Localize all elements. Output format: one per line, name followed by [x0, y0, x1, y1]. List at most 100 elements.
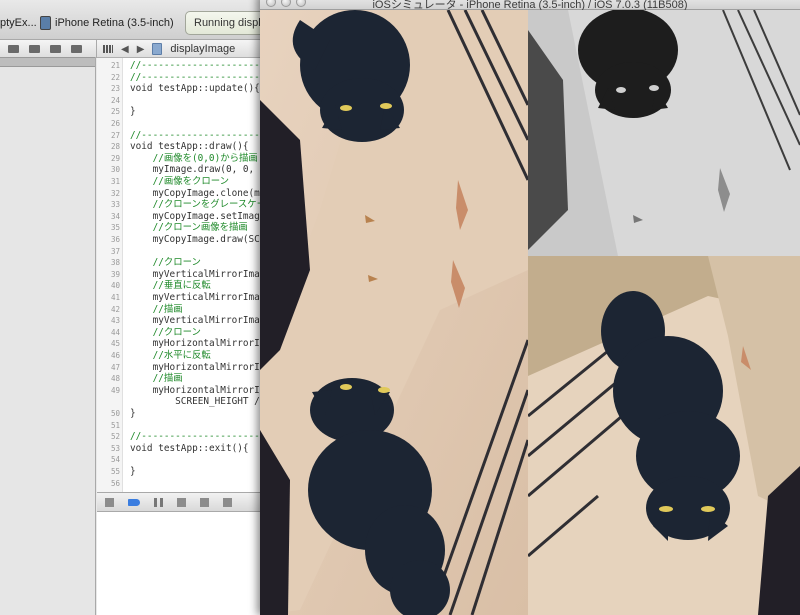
code-line[interactable]: 53 void testApp::exit(){ [97, 443, 267, 455]
code-line[interactable]: 31 //画像をクローン [97, 176, 267, 188]
code-line[interactable]: 30 myImage.draw(0, 0, S [97, 164, 267, 176]
line-number: 55 [110, 467, 120, 476]
project-navigator [0, 58, 96, 615]
code-text: void testApp::exit(){ [130, 442, 249, 454]
line-number: 43 [110, 316, 120, 326]
iphone-icon [40, 16, 51, 30]
navigator-divider[interactable] [0, 57, 95, 67]
code-text: myCopyImage.draw(SCR [130, 234, 266, 245]
code-line[interactable]: 52 //------------------------------------ [97, 431, 267, 443]
pause-icon[interactable] [154, 497, 163, 507]
code-text: myVerticalMirrorImag [130, 292, 266, 303]
code-line[interactable]: 23 void testApp::update(){ [97, 83, 267, 95]
code-line[interactable]: 37 [97, 246, 267, 258]
line-number: 33 [110, 200, 120, 210]
code-line[interactable]: 35 //クローン画像を描画 [97, 222, 267, 234]
simulator-titlebar: iOSシミュレータ - iPhone Retina (3.5-inch) / i… [260, 0, 800, 11]
code-line[interactable]: 41 myVerticalMirrorImag [97, 292, 267, 304]
line-number: 51 [110, 420, 120, 430]
code-line[interactable]: 24 [97, 95, 267, 107]
related-items-icon[interactable] [103, 45, 113, 53]
code-text: //------------------------------------ [130, 129, 267, 141]
code-text: myVerticalMirrorImag [130, 268, 266, 280]
scheme-target-label: ptyEx... [0, 17, 37, 29]
code-line[interactable]: 33 //クローンをグレースケー [97, 199, 267, 211]
code-line[interactable]: 32 myCopyImage.clone(my [97, 188, 267, 200]
issue-navigator-icon[interactable] [29, 45, 40, 53]
line-number: 50 [110, 409, 120, 418]
code-line[interactable]: 28 void testApp::draw(){ [97, 141, 267, 153]
ios-simulator-window: iOSシミュレータ - iPhone Retina (3.5-inch) / i… [260, 0, 800, 615]
code-line[interactable]: 51 [97, 420, 267, 432]
line-number: 45 [110, 339, 120, 349]
line-number: 56 [110, 478, 120, 488]
source-editor[interactable]: 21 //------------------------------------… [97, 58, 267, 492]
code-text: void testApp::update(){ [130, 83, 260, 95]
code-line[interactable]: 45 myHorizontalMirrorIm [97, 338, 267, 350]
navigator-selector-bar [0, 40, 95, 58]
code-text: //------------------------------------ [130, 431, 267, 443]
code-line[interactable]: 21 //------------------------------------ [97, 60, 267, 72]
forward-arrow-icon[interactable]: ▶ [137, 44, 145, 55]
code-line[interactable]: 26 [97, 118, 267, 130]
code-text: myCopyImage.setImage [130, 210, 266, 222]
code-line[interactable]: 29 //画像を(0,0)から描画 [97, 153, 267, 165]
scheme-device-label: iPhone Retina (3.5-inch) [55, 17, 174, 29]
folder-icon [152, 43, 163, 55]
log-navigator-icon[interactable] [71, 45, 82, 53]
code-line[interactable]: 39 myVerticalMirrorImag [97, 269, 267, 281]
line-number: 25 [110, 107, 120, 117]
code-text: //クローン [130, 257, 201, 269]
code-line[interactable]: 43 myVerticalMirrorImag [97, 315, 267, 327]
code-line[interactable]: 46 //水平に反転 [97, 350, 267, 362]
code-line[interactable]: 25} [97, 106, 267, 118]
code-line[interactable]: 47 myHorizontalMirrorIm [97, 362, 267, 374]
line-number: 53 [110, 443, 120, 453]
breakpoint-navigator-icon[interactable] [50, 45, 61, 53]
scheme-device-selector[interactable]: iPhone Retina (3.5-inch) [40, 13, 174, 33]
code-line[interactable]: 48 //描画 [97, 373, 267, 385]
code-text: //クローン [130, 326, 201, 338]
step-into-icon[interactable] [200, 497, 209, 507]
step-out-icon[interactable] [223, 497, 232, 507]
original-and-vertical-mirror-image [260, 10, 528, 615]
code-line[interactable]: 38 //クローン [97, 257, 267, 269]
code-text: SCREEN_HEIGHT / [130, 396, 260, 408]
debug-console[interactable] [97, 512, 267, 615]
code-line[interactable]: 56 [97, 478, 267, 490]
code-line[interactable]: 44 //クローン [97, 327, 267, 339]
code-line[interactable]: 50} [97, 408, 267, 420]
code-line[interactable]: 27 //------------------------------------ [97, 130, 267, 142]
line-number: 29 [110, 153, 120, 163]
line-number: 22 [110, 72, 120, 82]
code-line[interactable]: 36 myCopyImage.draw(SCR [97, 234, 267, 246]
jumpbar-file-label[interactable]: displayImage [170, 43, 235, 55]
code-line[interactable]: 42 //描画 [97, 304, 267, 316]
line-number: 41 [110, 293, 120, 302]
line-number: 27 [110, 130, 120, 140]
code-line[interactable]: 22 //------------------------------------ [97, 72, 267, 84]
code-text: myHorizontalMirrorIm [130, 384, 266, 396]
line-number: 54 [110, 455, 120, 465]
line-number: 32 [110, 188, 120, 198]
line-number: 30 [110, 165, 120, 175]
step-over-icon[interactable] [177, 497, 186, 507]
breakpoints-toggle-icon[interactable] [128, 498, 140, 506]
line-number: 21 [110, 61, 120, 70]
code-line[interactable]: 34 myCopyImage.setImage [97, 211, 267, 223]
code-line[interactable]: 54 [97, 454, 267, 466]
code-text: //描画 [130, 373, 183, 385]
simulator-screen[interactable] [260, 10, 800, 615]
code-line[interactable]: 55} [97, 466, 267, 478]
code-line[interactable]: 40 //垂直に反転 [97, 280, 267, 292]
code-line[interactable]: 49 myHorizontalMirrorIm [97, 385, 267, 397]
code-text: //------------------------------------ [130, 60, 267, 71]
code-text: myHorizontalMirrorIm [130, 338, 266, 350]
back-arrow-icon[interactable]: ◀ [121, 44, 129, 55]
symbol-navigator-icon[interactable] [8, 45, 19, 53]
hide-debug-area-icon[interactable] [105, 497, 114, 507]
code-text: } [130, 408, 136, 419]
desktop: ptyEx... ❯ iPhone Retina (3.5-inch) Runn… [0, 0, 800, 615]
code-text: //描画 [130, 303, 183, 315]
code-line[interactable]: SCREEN_HEIGHT / [97, 396, 267, 408]
